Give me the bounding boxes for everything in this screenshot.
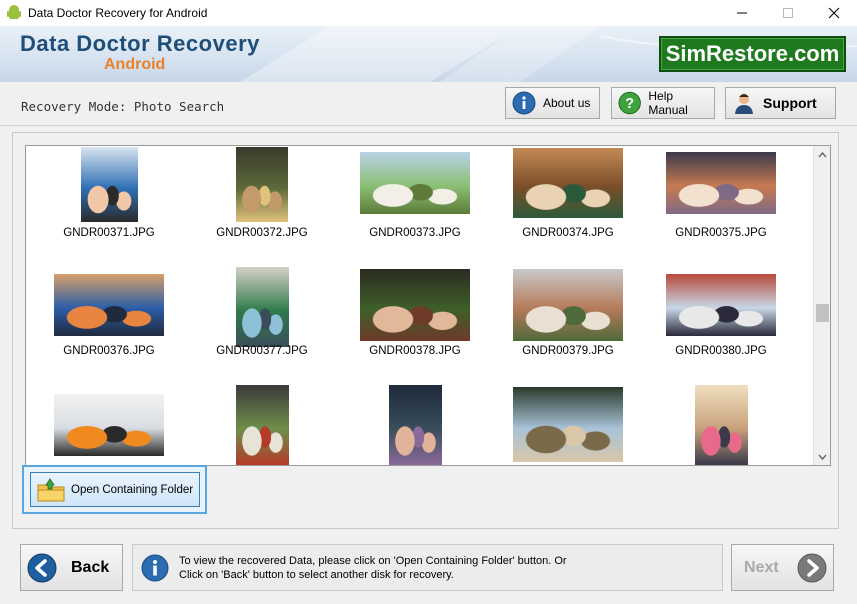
arrow-right-icon <box>797 553 827 582</box>
toolbar: Recovery Mode: Photo Search About us ? H… <box>0 82 857 126</box>
folder-icon <box>37 477 65 501</box>
close-button[interactable] <box>811 0 857 26</box>
brand-title: Data Doctor Recovery <box>20 31 260 56</box>
photo-image <box>360 269 470 341</box>
about-us-button[interactable]: About us <box>505 87 600 119</box>
photo-filename: GNDR00371.JPG <box>63 227 155 239</box>
photo-image <box>666 152 776 214</box>
photo-image <box>54 274 164 336</box>
help-icon: ? <box>618 91 641 115</box>
vertical-scrollbar[interactable] <box>813 146 830 465</box>
photo-image <box>235 385 289 465</box>
photo-image <box>236 147 288 222</box>
photo-image <box>513 148 623 218</box>
recovery-mode-label: Recovery Mode: Photo Search <box>21 99 225 114</box>
support-person-icon <box>735 94 753 114</box>
photo-thumbnail[interactable] <box>493 382 643 465</box>
photo-thumbnail[interactable] <box>34 382 184 465</box>
simrestore-badge[interactable]: SimRestore.com <box>659 36 846 72</box>
help-manual-button[interactable]: ? Help Manual <box>611 87 715 119</box>
photo-thumbnail[interactable] <box>187 382 337 465</box>
about-us-label: About us <box>543 96 591 110</box>
support-label: Support <box>763 95 817 111</box>
photo-filename: GNDR00372.JPG <box>216 227 308 239</box>
scroll-up-button[interactable] <box>814 146 830 163</box>
photo-thumbnail[interactable] <box>340 382 490 465</box>
support-button[interactable]: Support <box>725 87 836 119</box>
android-app-icon <box>7 5 21 19</box>
maximize-icon <box>783 8 793 18</box>
photo-image <box>54 394 164 456</box>
header-banner: Data Doctor Recovery Android SimRestore.… <box>0 26 857 82</box>
info-message-box: To view the recovered Data, please click… <box>132 544 723 591</box>
photo-image <box>694 385 748 465</box>
photo-thumbnail[interactable] <box>646 382 796 465</box>
photo-filename: GNDR00375.JPG <box>675 227 767 239</box>
photo-image <box>388 385 442 465</box>
photo-image <box>80 147 138 222</box>
photo-filename: GNDR00379.JPG <box>522 345 614 357</box>
next-label: Next <box>744 558 779 576</box>
photo-image <box>360 152 470 214</box>
next-button[interactable]: Next <box>731 544 834 591</box>
info-message: To view the recovered Data, please click… <box>179 554 567 582</box>
info-icon <box>141 554 169 581</box>
chevron-down-icon <box>818 454 827 460</box>
photo-thumbnail[interactable]: GNDR00373.JPG <box>340 146 490 266</box>
chevron-up-icon <box>818 151 827 157</box>
window-title: Data Doctor Recovery for Android <box>28 6 208 20</box>
photo-filename: GNDR00373.JPG <box>369 227 461 239</box>
minimize-button[interactable] <box>719 0 765 26</box>
photo-image <box>666 274 776 336</box>
scroll-down-button[interactable] <box>814 448 830 465</box>
info-line-1: To view the recovered Data, please click… <box>179 554 567 567</box>
photo-thumbnail[interactable]: GNDR00380.JPG <box>646 264 796 384</box>
maximize-button[interactable] <box>765 0 811 26</box>
svg-text:?: ? <box>625 96 634 112</box>
photo-gallery[interactable]: GNDR00371.JPG GNDR00372.JPG GNDR00373.JPG G… <box>25 145 831 466</box>
title-bar: Data Doctor Recovery for Android <box>0 0 857 26</box>
open-folder-focus-frame: Open Containing Folder <box>22 465 207 514</box>
photo-thumbnail[interactable]: GNDR00379.JPG <box>493 264 643 384</box>
photo-image <box>513 387 623 462</box>
back-label: Back <box>71 558 110 576</box>
scroll-thumb[interactable] <box>816 304 829 322</box>
photo-filename: GNDR00374.JPG <box>522 227 614 239</box>
photo-thumbnail[interactable]: GNDR00375.JPG <box>646 146 796 266</box>
photo-filename: GNDR00380.JPG <box>675 345 767 357</box>
photo-thumbnail[interactable]: GNDR00371.JPG <box>34 146 184 266</box>
photo-filename: GNDR00376.JPG <box>63 345 155 357</box>
photo-image <box>513 269 623 341</box>
photo-filename: GNDR00378.JPG <box>369 345 461 357</box>
photo-thumbnail[interactable]: GNDR00376.JPG <box>34 264 184 384</box>
arrow-left-icon <box>27 553 57 582</box>
help-manual-label: Help Manual <box>648 89 688 117</box>
info-line-2: Click on 'Back' button to select another… <box>179 568 454 581</box>
photo-thumbnail[interactable]: GNDR00372.JPG <box>187 146 337 266</box>
photo-thumbnail[interactable]: GNDR00374.JPG <box>493 146 643 266</box>
photo-image <box>235 267 289 347</box>
close-icon <box>828 7 840 19</box>
brand-subtitle: Android <box>104 56 166 73</box>
open-folder-label: Open Containing Folder <box>71 483 194 496</box>
photo-filename: GNDR00377.JPG <box>216 345 308 357</box>
open-containing-folder-button[interactable]: Open Containing Folder <box>30 472 200 507</box>
photo-thumbnail[interactable]: GNDR00377.JPG <box>187 264 337 384</box>
back-button[interactable]: Back <box>20 544 123 591</box>
info-icon <box>512 91 536 115</box>
photo-thumbnail[interactable]: GNDR00378.JPG <box>340 264 490 384</box>
minimize-icon <box>737 12 747 14</box>
